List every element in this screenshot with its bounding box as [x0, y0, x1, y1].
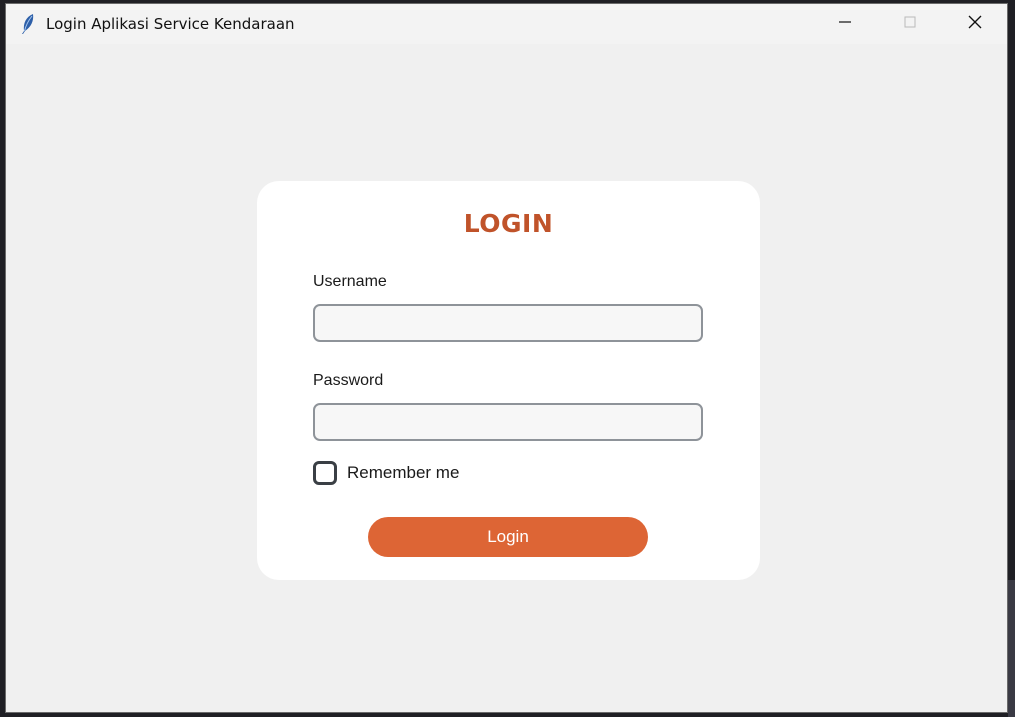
close-icon — [968, 15, 982, 34]
password-label: Password — [313, 372, 384, 389]
username-input[interactable] — [313, 304, 703, 342]
maximize-icon — [904, 15, 916, 33]
login-button[interactable]: Login — [368, 517, 648, 557]
remember-me-checkbox[interactable]: Remember me — [313, 460, 459, 486]
login-title: LOGIN — [463, 209, 554, 238]
minimize-button[interactable] — [822, 4, 868, 44]
maximize-button[interactable] — [887, 4, 933, 44]
minimize-icon — [839, 15, 851, 33]
background-window-edge — [1008, 420, 1015, 480]
window-title: Login Aplikasi Service Kendaraan — [46, 15, 295, 33]
login-card: LOGIN Username Password Remember me Logi… — [257, 181, 760, 580]
checkbox-box[interactable] — [313, 461, 337, 485]
feather-icon — [20, 13, 36, 35]
title-bar[interactable]: Login Aplikasi Service Kendaraan — [6, 4, 1007, 44]
background-window-edge — [1008, 580, 1015, 717]
close-button[interactable] — [952, 4, 998, 44]
password-input[interactable] — [313, 403, 703, 441]
remember-me-label[interactable]: Remember me — [347, 463, 459, 483]
username-label: Username — [313, 273, 387, 290]
login-window: Login Aplikasi Service Kendaraan LOGIN U… — [5, 3, 1008, 713]
